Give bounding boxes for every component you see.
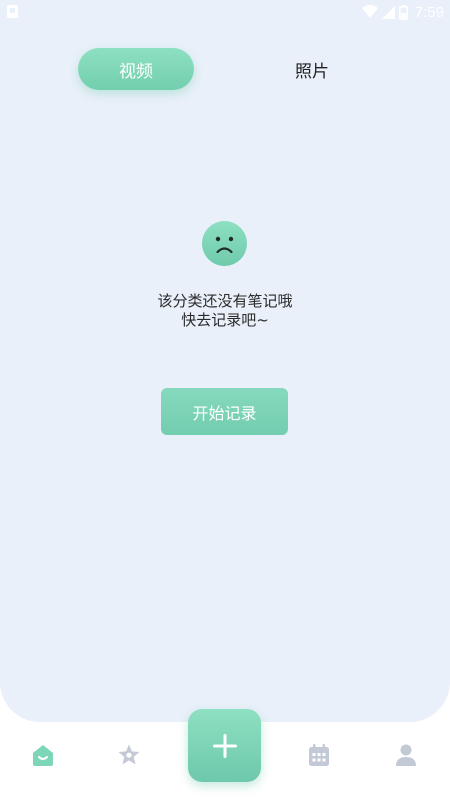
calendar-icon[interactable] — [307, 743, 331, 767]
signal-icon — [381, 5, 395, 19]
content-panel — [0, 0, 450, 722]
tab-video[interactable]: 视频 — [78, 48, 194, 90]
sad-face-icon — [202, 221, 247, 266]
profile-icon[interactable] — [394, 743, 418, 767]
app-screen: 7:59 视频 照片 该分类还没有笔记哦 快去记录吧~ 开始记录 — [0, 0, 450, 800]
status-bar: 7:59 — [0, 0, 450, 24]
add-icon — [212, 733, 237, 758]
add-button[interactable] — [188, 709, 261, 782]
home-icon[interactable] — [31, 743, 55, 767]
empty-message-line2: 快去记录吧~ — [181, 311, 269, 329]
empty-message: 该分类还没有笔记哦 快去记录吧~ — [100, 292, 350, 330]
empty-message-line1: 该分类还没有笔记哦 — [157, 292, 293, 310]
wifi-icon — [361, 5, 378, 18]
star-icon[interactable] — [117, 743, 141, 767]
start-record-button[interactable]: 开始记录 — [161, 388, 288, 435]
status-time: 7:59 — [414, 3, 444, 21]
status-icons: 7:59 — [361, 2, 444, 22]
tab-photo[interactable]: 照片 — [262, 48, 362, 90]
app-notification-icon — [7, 5, 18, 18]
battery-icon — [398, 4, 408, 20]
